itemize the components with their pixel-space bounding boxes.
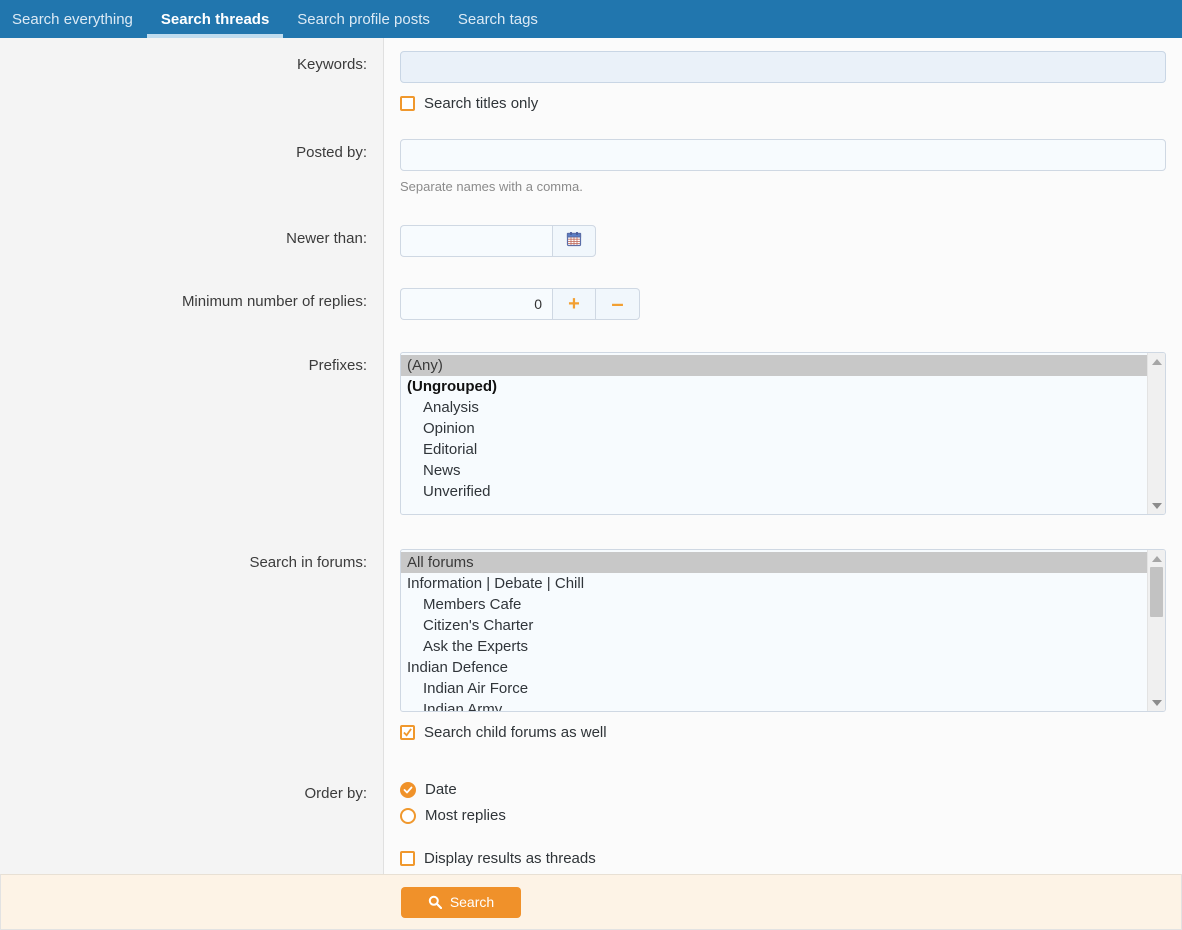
order-by-date-label: Date xyxy=(425,781,457,798)
scroll-down-arrow-icon[interactable] xyxy=(1148,696,1165,709)
keywords-input[interactable] xyxy=(400,51,1166,83)
tab-label: Search tags xyxy=(457,10,538,28)
search-tabbar: Search everything Search threads Search … xyxy=(0,0,1182,38)
form-footer: Search xyxy=(0,874,1182,930)
scroll-up-arrow-icon[interactable] xyxy=(1148,355,1165,368)
order-by-date-row[interactable]: Date xyxy=(400,781,1166,798)
search-button-label: Search xyxy=(449,894,495,910)
forum-option[interactable]: Ask the Experts xyxy=(401,636,1147,657)
prefix-option[interactable]: Analysis xyxy=(401,397,1147,418)
order-by-label-cell: Order by: xyxy=(0,757,384,874)
keywords-label-cell: Keywords: xyxy=(0,38,384,124)
calendar-icon xyxy=(566,231,582,251)
min-replies-label-cell: Minimum number of replies: xyxy=(0,271,384,334)
prefixes-label: Prefixes: xyxy=(308,357,367,374)
forum-option[interactable]: Members Cafe xyxy=(401,594,1147,615)
search-child-forums-label: Search child forums as well xyxy=(424,724,607,741)
magnifier-icon xyxy=(428,895,442,909)
posted-by-hint: Separate names with a comma. xyxy=(400,179,583,194)
prefixes-scrollbar[interactable] xyxy=(1147,353,1165,514)
keywords-label: Keywords: xyxy=(296,56,367,73)
min-replies-field-cell: + – xyxy=(384,271,1182,334)
prefixes-label-cell: Prefixes: xyxy=(0,334,384,531)
prefixes-field-cell: (Any) (Ungrouped) Analysis Opinion Editorial… xyxy=(384,334,1182,531)
newer-than-group xyxy=(400,225,1166,257)
prefix-option[interactable]: (Ungrouped) xyxy=(401,376,1147,397)
tab-label: Search threads xyxy=(160,10,270,28)
date-picker-button[interactable] xyxy=(552,225,596,257)
forum-option[interactable]: All forums xyxy=(401,552,1147,573)
search-in-forums-listbox[interactable]: All forums Information | Debate | Chill Me… xyxy=(400,549,1166,712)
posted-by-input[interactable] xyxy=(400,139,1166,171)
search-titles-only-label: Search titles only xyxy=(424,95,539,112)
forum-option[interactable]: Indian Army xyxy=(401,699,1147,711)
order-by-field-cell: Date Most replies Display results as thr… xyxy=(384,757,1182,874)
search-titles-only-checkbox[interactable] xyxy=(400,96,415,111)
min-replies-stepper: + – xyxy=(400,288,1166,320)
forums-scrollbar[interactable] xyxy=(1147,550,1165,711)
keywords-field-cell: Search titles only xyxy=(384,38,1182,124)
prefixes-listbox[interactable]: (Any) (Ungrouped) Analysis Opinion Editorial… xyxy=(400,352,1166,515)
display-results-as-threads-row[interactable]: Display results as threads xyxy=(400,850,1166,867)
forum-option[interactable]: Information | Debate | Chill xyxy=(401,573,1147,594)
order-by-label: Order by: xyxy=(304,785,367,802)
minus-icon: – xyxy=(611,291,624,316)
min-replies-input[interactable] xyxy=(400,288,552,320)
posted-by-field-cell: Separate names with a comma. xyxy=(384,124,1182,208)
order-by-most-replies-label: Most replies xyxy=(425,807,506,824)
posted-by-label: Posted by: xyxy=(296,144,367,161)
scroll-up-arrow-icon[interactable] xyxy=(1148,552,1165,565)
prefixes-options[interactable]: (Any) (Ungrouped) Analysis Opinion Editorial… xyxy=(401,353,1147,514)
min-replies-increment-button[interactable]: + xyxy=(552,288,596,320)
tab-search-tags[interactable]: Search tags xyxy=(444,0,552,38)
tab-search-threads[interactable]: Search threads xyxy=(146,0,284,38)
search-form: Keywords: Search titles only Posted by: … xyxy=(0,38,1182,874)
search-button[interactable]: Search xyxy=(401,886,521,918)
prefix-option[interactable]: News xyxy=(401,460,1147,481)
forum-option[interactable]: Indian Defence xyxy=(401,657,1147,678)
posted-by-label-cell: Posted by: xyxy=(0,124,384,208)
plus-icon: + xyxy=(568,293,580,315)
search-page: Search everything Search threads Search … xyxy=(0,0,1182,930)
order-by-most-replies-row[interactable]: Most replies xyxy=(400,807,1166,824)
check-icon xyxy=(403,728,412,737)
search-child-forums-row[interactable]: Search child forums as well xyxy=(400,724,1166,741)
forum-option[interactable]: Indian Air Force xyxy=(401,678,1147,699)
display-results-as-threads-checkbox[interactable] xyxy=(400,851,415,866)
prefix-option[interactable]: Editorial xyxy=(401,439,1147,460)
scroll-down-arrow-icon[interactable] xyxy=(1148,499,1165,512)
newer-than-input[interactable] xyxy=(400,225,552,257)
tab-search-everything[interactable]: Search everything xyxy=(0,0,147,38)
search-in-forums-options[interactable]: All forums Information | Debate | Chill Me… xyxy=(401,550,1147,711)
search-in-forums-label-cell: Search in forums: xyxy=(0,531,384,757)
order-by-most-replies-radio[interactable] xyxy=(400,807,416,824)
newer-than-field-cell xyxy=(384,208,1182,271)
tab-search-profile-posts[interactable]: Search profile posts xyxy=(283,0,444,38)
search-in-forums-field-cell: All forums Information | Debate | Chill Me… xyxy=(384,531,1182,757)
search-in-forums-label: Search in forums: xyxy=(249,554,367,571)
prefix-option[interactable]: Unverified xyxy=(401,481,1147,502)
min-replies-label: Minimum number of replies: xyxy=(181,293,367,310)
newer-than-label-cell: Newer than: xyxy=(0,208,384,271)
forum-option[interactable]: Citizen's Charter xyxy=(401,615,1147,636)
prefix-option[interactable]: (Any) xyxy=(401,355,1147,376)
newer-than-label: Newer than: xyxy=(286,230,367,247)
order-by-date-radio[interactable] xyxy=(400,781,416,798)
prefix-option[interactable]: Opinion xyxy=(401,418,1147,439)
scrollbar-thumb[interactable] xyxy=(1150,567,1163,617)
check-icon xyxy=(403,786,413,793)
search-child-forums-checkbox[interactable] xyxy=(400,725,415,740)
search-titles-only-row[interactable]: Search titles only xyxy=(400,95,1166,112)
display-results-as-threads-label: Display results as threads xyxy=(424,850,596,867)
min-replies-decrement-button[interactable]: – xyxy=(596,288,640,320)
tab-label: Search everything xyxy=(12,10,133,28)
tab-label: Search profile posts xyxy=(297,10,430,28)
